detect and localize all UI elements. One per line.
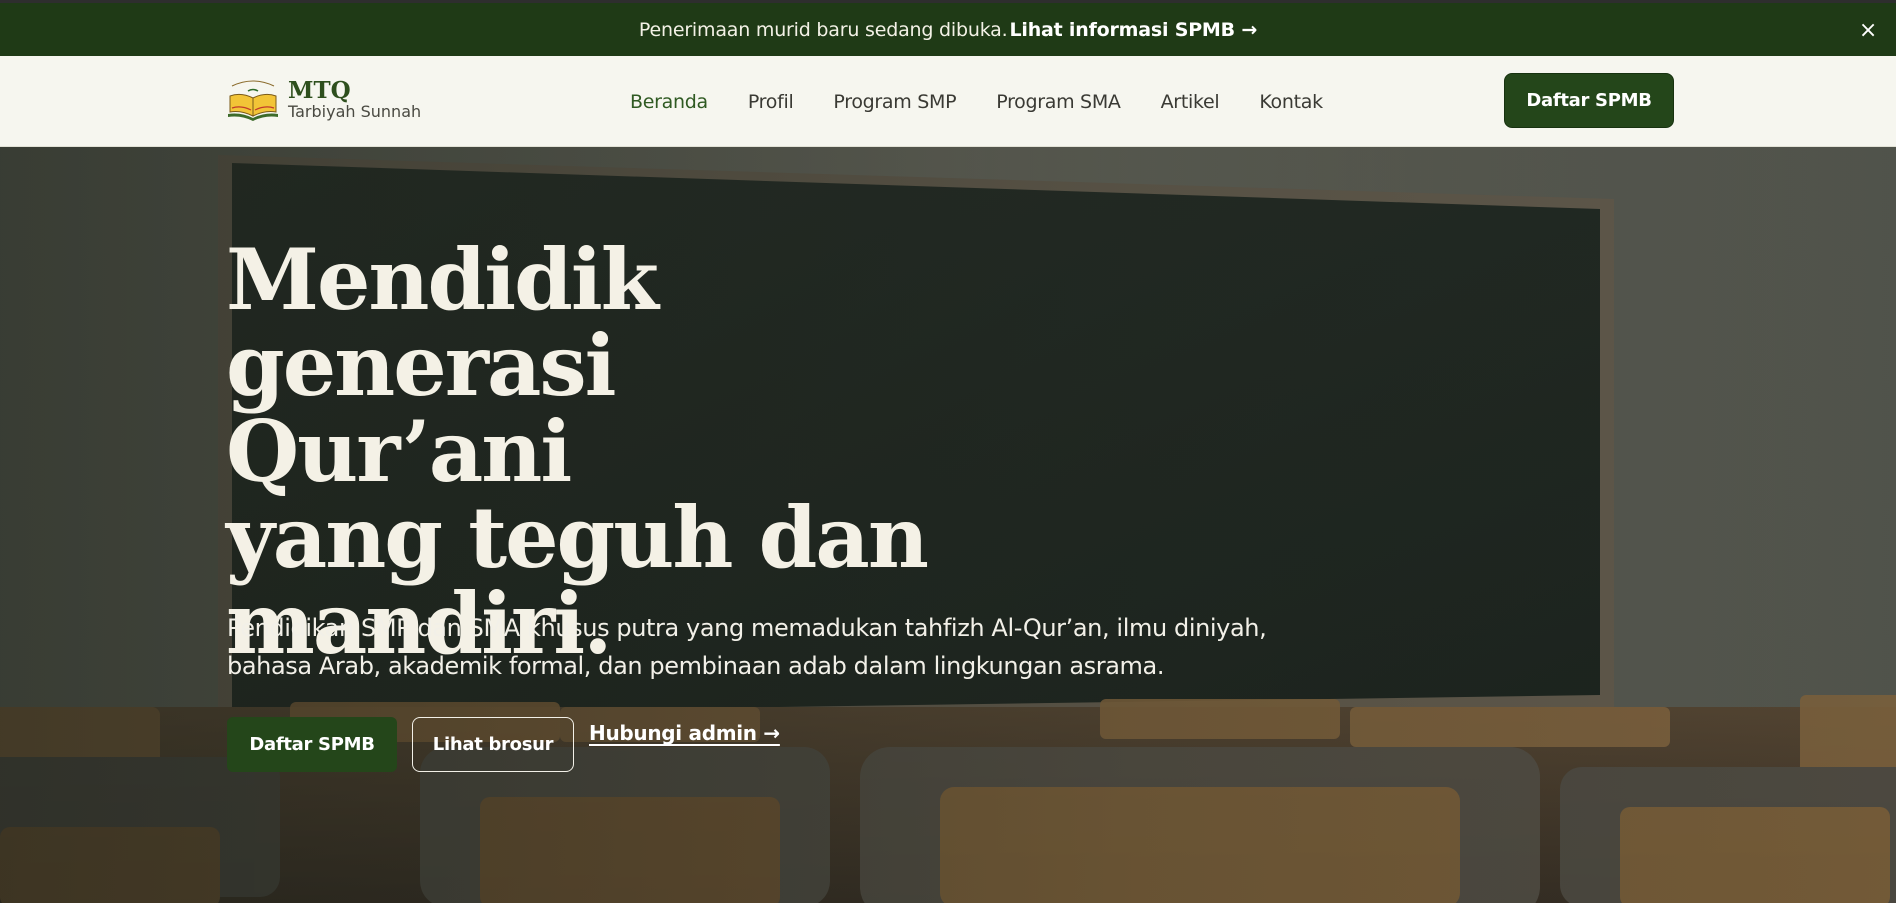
announcement-text: Penerimaan murid baru sedang dibuka. xyxy=(638,18,1008,41)
hero-lead-text: Pendidikan SMP dan SMA khusus putra yang… xyxy=(227,614,1267,680)
hero-headline: Mendidik generasi Qur’ani yang teguh dan… xyxy=(226,237,986,667)
brand-name: MTQ xyxy=(288,77,351,104)
nav-item-program-smp[interactable]: Program SMP xyxy=(833,91,956,113)
navbar: MTQ Tarbiyah Sunnah Beranda Profil Progr… xyxy=(0,56,1896,163)
headline-line: yang teguh dan xyxy=(226,488,929,587)
hero-section: Mendidik generasi Qur’ani yang teguh dan… xyxy=(0,147,1896,903)
close-icon[interactable]: × xyxy=(1856,19,1880,43)
announcement-bar: Penerimaan murid baru sedang dibuka. Lih… xyxy=(0,0,1896,56)
nav-item-program-sma[interactable]: Program SMA xyxy=(996,91,1121,113)
brand-logo-link[interactable]: MTQ Tarbiyah Sunnah xyxy=(226,78,421,122)
nav-item-beranda[interactable]: Beranda xyxy=(630,91,708,163)
brand-subtitle: Tarbiyah Sunnah xyxy=(288,102,422,121)
lihat-brosur-button[interactable]: Lihat brosur xyxy=(412,717,574,772)
daftar-spmb-nav-button[interactable]: Daftar SPMB xyxy=(1504,73,1674,128)
daftar-spmb-button[interactable]: Daftar SPMB xyxy=(227,717,397,772)
announcement-link[interactable]: Lihat informasi SPMB → xyxy=(1009,19,1257,41)
hubungi-admin-link[interactable]: Hubungi admin → xyxy=(589,721,780,745)
nav-item-profil[interactable]: Profil xyxy=(748,91,794,113)
nav-item-kontak[interactable]: Kontak xyxy=(1259,91,1323,113)
book-logo-icon xyxy=(228,80,278,121)
headline-line: Mendidik xyxy=(226,230,659,329)
nav-item-artikel[interactable]: Artikel xyxy=(1161,91,1220,113)
hero-cta-group: Daftar SPMB Lihat brosur Hubungi admin → xyxy=(227,717,780,772)
headline-line: generasi Qur’ani xyxy=(226,316,617,501)
main-nav: Beranda Profil Program SMP Program SMA A… xyxy=(630,56,1363,163)
